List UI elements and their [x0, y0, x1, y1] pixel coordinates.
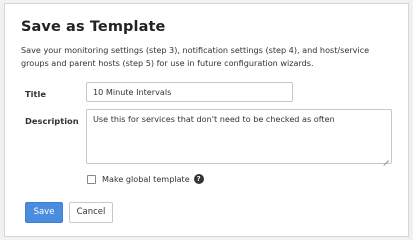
- global-template-label[interactable]: Make global template: [102, 174, 190, 184]
- save-template-dialog: Save as Template Save your monitoring se…: [4, 3, 409, 237]
- dialog-description: Save your monitoring settings (step 3), …: [21, 45, 370, 68]
- save-button[interactable]: Save: [25, 202, 63, 223]
- description-text: Use this for services that don't need to…: [93, 114, 335, 124]
- global-template-checkbox[interactable]: [87, 174, 96, 184]
- title-label: Title: [25, 89, 46, 99]
- description-label: Description: [25, 116, 79, 126]
- global-template-option: Make global template ?: [87, 172, 204, 186]
- resize-handle-icon[interactable]: [384, 156, 389, 161]
- help-icon[interactable]: ?: [193, 174, 204, 184]
- title-input[interactable]: 10 Minute Intervals: [86, 82, 293, 102]
- cancel-button[interactable]: Cancel: [69, 202, 113, 223]
- dialog-title: Save as Template: [21, 19, 166, 35]
- description-textarea[interactable]: Use this for services that don't need to…: [86, 109, 392, 164]
